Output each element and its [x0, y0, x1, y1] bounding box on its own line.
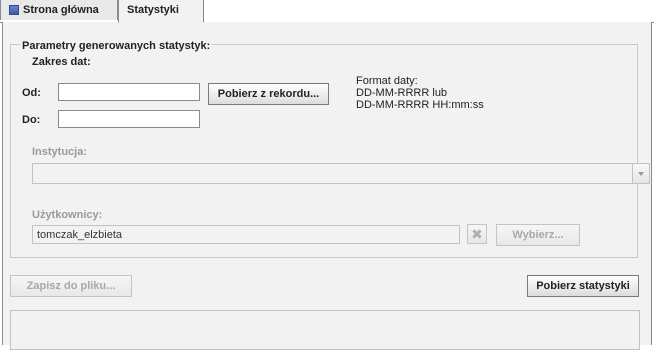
results-panel	[10, 310, 640, 350]
date-format-hint: Format daty: DD-MM-RRRR lub DD-MM-RRRR H…	[356, 75, 484, 111]
date-format-line-3: DD-MM-RRRR HH:mm:ss	[356, 99, 484, 111]
home-icon	[9, 5, 19, 16]
date-range-label: Zakres dat:	[32, 56, 91, 68]
to-date-input[interactable]	[58, 110, 200, 128]
from-date-input[interactable]	[58, 83, 200, 101]
chevron-down-icon[interactable]	[632, 164, 649, 183]
tab-statistics-label: Statystyki	[127, 4, 179, 16]
to-label: Do:	[22, 114, 41, 126]
institution-label: Instytucja:	[32, 146, 88, 158]
date-format-line-1: Format daty:	[356, 75, 418, 87]
clear-icon[interactable]: ✖	[467, 224, 487, 244]
institution-select[interactable]	[32, 163, 650, 184]
choose-users-button[interactable]: Wybierz...	[496, 224, 580, 246]
from-label: Od:	[22, 87, 41, 99]
fetch-from-record-button[interactable]: Pobierz z rekordu...	[208, 83, 329, 105]
params-legend: Parametry generowanych statystyk:	[20, 40, 213, 52]
tab-home[interactable]: Strona główna	[0, 0, 118, 20]
tab-bar: Strona główna Statystyki	[0, 0, 654, 23]
save-to-file-button[interactable]: Zapisz do pliku...	[10, 275, 132, 297]
date-format-line-2: DD-MM-RRRR lub	[356, 87, 448, 99]
tab-home-label: Strona główna	[23, 4, 99, 16]
tab-statistics[interactable]: Statystyki	[118, 0, 204, 23]
fetch-statistics-button[interactable]: Pobierz statystyki	[527, 275, 639, 297]
users-label: Użytkownicy:	[32, 209, 103, 221]
users-field[interactable]	[32, 225, 460, 244]
